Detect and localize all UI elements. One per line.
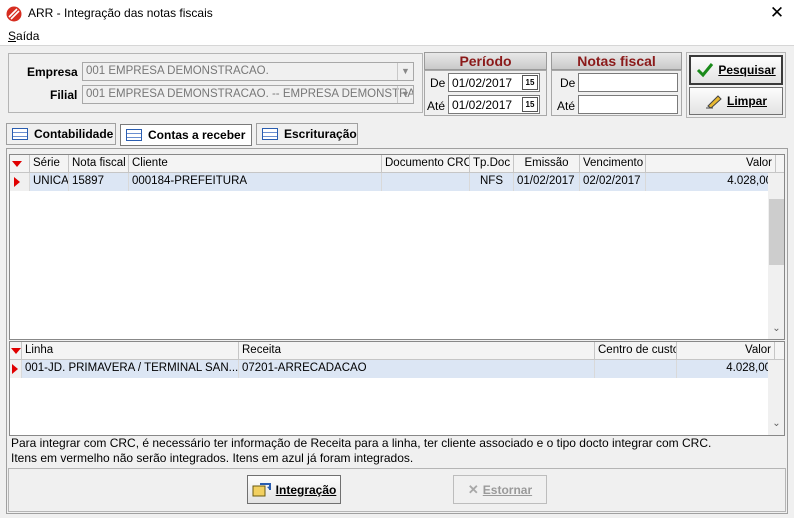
cell-cliente[interactable]: 000184-PREFEITURA — [129, 173, 382, 191]
notas-grid[interactable]: Série Nota fiscal Cliente Documento CRC … — [9, 154, 785, 340]
chevron-down-icon[interactable]: ⌄ — [768, 418, 784, 429]
col-valor[interactable]: Valor — [677, 342, 775, 360]
limpar-label: Limpar — [726, 94, 767, 108]
col-centro-de-custo[interactable]: Centro de custo — [595, 342, 677, 360]
grid-corner — [10, 155, 30, 173]
row-indicator — [10, 360, 22, 378]
chevron-down-icon[interactable]: ⌄ — [768, 323, 784, 334]
filial-select[interactable]: 001 EMPRESA DEMONSTRACAO. -- EMPRESA DEM… — [82, 85, 414, 104]
col-receita[interactable]: Receita — [239, 342, 595, 360]
col-cliente[interactable]: Cliente — [129, 155, 382, 173]
tab-contas-a-receber[interactable]: Contas a receber — [120, 124, 252, 146]
notas-de-label: De — [560, 76, 576, 90]
tab-escrituracao-label: Escrituração — [284, 127, 357, 141]
grid-corner — [10, 342, 22, 360]
cell-nota-fiscal[interactable]: 15897 — [69, 173, 129, 191]
eraser-icon — [705, 95, 722, 109]
tab-escrituracao[interactable]: Escrituração — [256, 123, 358, 145]
sort-marker-icon — [12, 161, 22, 167]
notas-de-input[interactable] — [578, 73, 678, 92]
pesquisar-label: Pesquisar — [718, 63, 776, 77]
pesquisar-button[interactable]: Pesquisar — [689, 55, 783, 85]
calendar-icon[interactable]: 15 — [522, 75, 538, 90]
menu-bar — [0, 28, 794, 46]
cell-valor[interactable]: 4.028,00 — [677, 360, 775, 378]
table-icon — [262, 128, 278, 140]
chevron-down-icon[interactable]: ▼ — [397, 63, 413, 80]
cell-centro-de-custo[interactable] — [595, 360, 677, 378]
row-indicator — [10, 173, 30, 191]
vertical-scrollbar[interactable]: ⌄ — [768, 360, 784, 435]
scroll-thumb[interactable] — [769, 199, 784, 265]
cell-linha[interactable]: 001-JD. PRIMAVERA / TERMINAL SAN... — [22, 360, 239, 378]
menu-saida-hotkey: S — [8, 29, 17, 43]
periodo-ate-label: Até — [427, 99, 446, 113]
info-text: Para integrar com CRC, é necessário ter … — [8, 436, 786, 468]
notas-header: Notas fiscal — [551, 52, 682, 70]
col-vencimento[interactable]: Vencimento — [580, 155, 646, 173]
table-icon — [126, 129, 142, 141]
col-nota-fiscal[interactable]: Nota fiscal — [69, 155, 129, 173]
cell-emissao[interactable]: 01/02/2017 — [514, 173, 580, 191]
menu-saida[interactable]: Saída — [8, 29, 39, 43]
sort-marker-icon — [11, 348, 21, 354]
notas-ate-input[interactable] — [578, 95, 678, 114]
integracao-button[interactable]: Integração — [247, 475, 341, 504]
window-title: ARR - Integração das notas fiscais — [28, 6, 213, 20]
col-documento-crc[interactable]: Documento CRC — [382, 155, 470, 173]
cell-serie[interactable]: UNICA — [30, 173, 69, 191]
cell-vencimento[interactable]: 02/02/2017 — [580, 173, 646, 191]
menu-saida-rest: aída — [16, 29, 40, 43]
close-button[interactable]: ✕ — [764, 3, 790, 25]
table-icon — [12, 128, 28, 140]
receitas-grid[interactable]: Linha Receita Centro de custo Valor 001-… — [9, 341, 785, 436]
chevron-down-icon[interactable]: ▼ — [397, 86, 413, 103]
info-line-1: Para integrar com CRC, é necessário ter … — [11, 436, 712, 450]
filial-value: 001 EMPRESA DEMONSTRACAO. -- EMPRESA DEM… — [86, 88, 414, 100]
tab-contabilidade-label: Contabilidade — [34, 127, 114, 141]
filial-label: Filial — [50, 88, 78, 102]
periodo-de-value: 01/02/2017 — [452, 76, 513, 90]
tab-contabilidade[interactable]: Contabilidade — [6, 123, 116, 145]
empresa-select[interactable]: 001 EMPRESA DEMONSTRACAO. — [82, 62, 414, 81]
bottom-bar — [8, 468, 786, 512]
empresa-label: Empresa — [27, 65, 78, 79]
estornar-label: Estornar — [482, 482, 533, 497]
col-linha[interactable]: Linha — [22, 342, 239, 360]
current-row-icon — [14, 177, 20, 187]
col-emissao[interactable]: Emissão — [514, 155, 580, 173]
col-valor[interactable]: Valor — [646, 155, 776, 173]
col-tp-doc[interactable]: Tp.Doc — [470, 155, 514, 173]
cell-documento-crc[interactable] — [382, 173, 470, 191]
periodo-ate-value: 01/02/2017 — [452, 98, 513, 112]
x-icon: ✕ — [467, 481, 479, 497]
cell-receita[interactable]: 07201-ARRECADACAO — [239, 360, 595, 378]
app-logo-icon — [6, 6, 22, 22]
empresa-value: 001 EMPRESA DEMONSTRACAO. — [86, 65, 269, 77]
current-row-icon — [12, 364, 18, 374]
cell-tp-doc[interactable]: NFS — [470, 173, 514, 191]
periodo-header: Período — [424, 52, 547, 70]
vertical-scrollbar[interactable]: ⌄ — [768, 173, 784, 339]
col-serie[interactable]: Série — [30, 155, 69, 173]
limpar-button[interactable]: Limpar — [689, 87, 783, 115]
estornar-button[interactable]: ✕ Estornar — [453, 475, 547, 504]
info-line-2: Itens em vermelho não serão integrados. … — [11, 451, 414, 465]
grid-header-filler — [776, 155, 784, 173]
grid-header-filler — [775, 342, 784, 360]
check-icon — [697, 63, 714, 78]
notas-ate-label: Até — [557, 99, 576, 113]
integration-icon — [252, 482, 271, 496]
calendar-icon[interactable]: 15 — [522, 97, 538, 112]
cell-valor[interactable]: 4.028,00 — [646, 173, 776, 191]
periodo-de-label: De — [430, 76, 446, 90]
integracao-label: Integração — [275, 482, 337, 497]
tab-contas-a-receber-label: Contas a receber — [148, 128, 246, 142]
